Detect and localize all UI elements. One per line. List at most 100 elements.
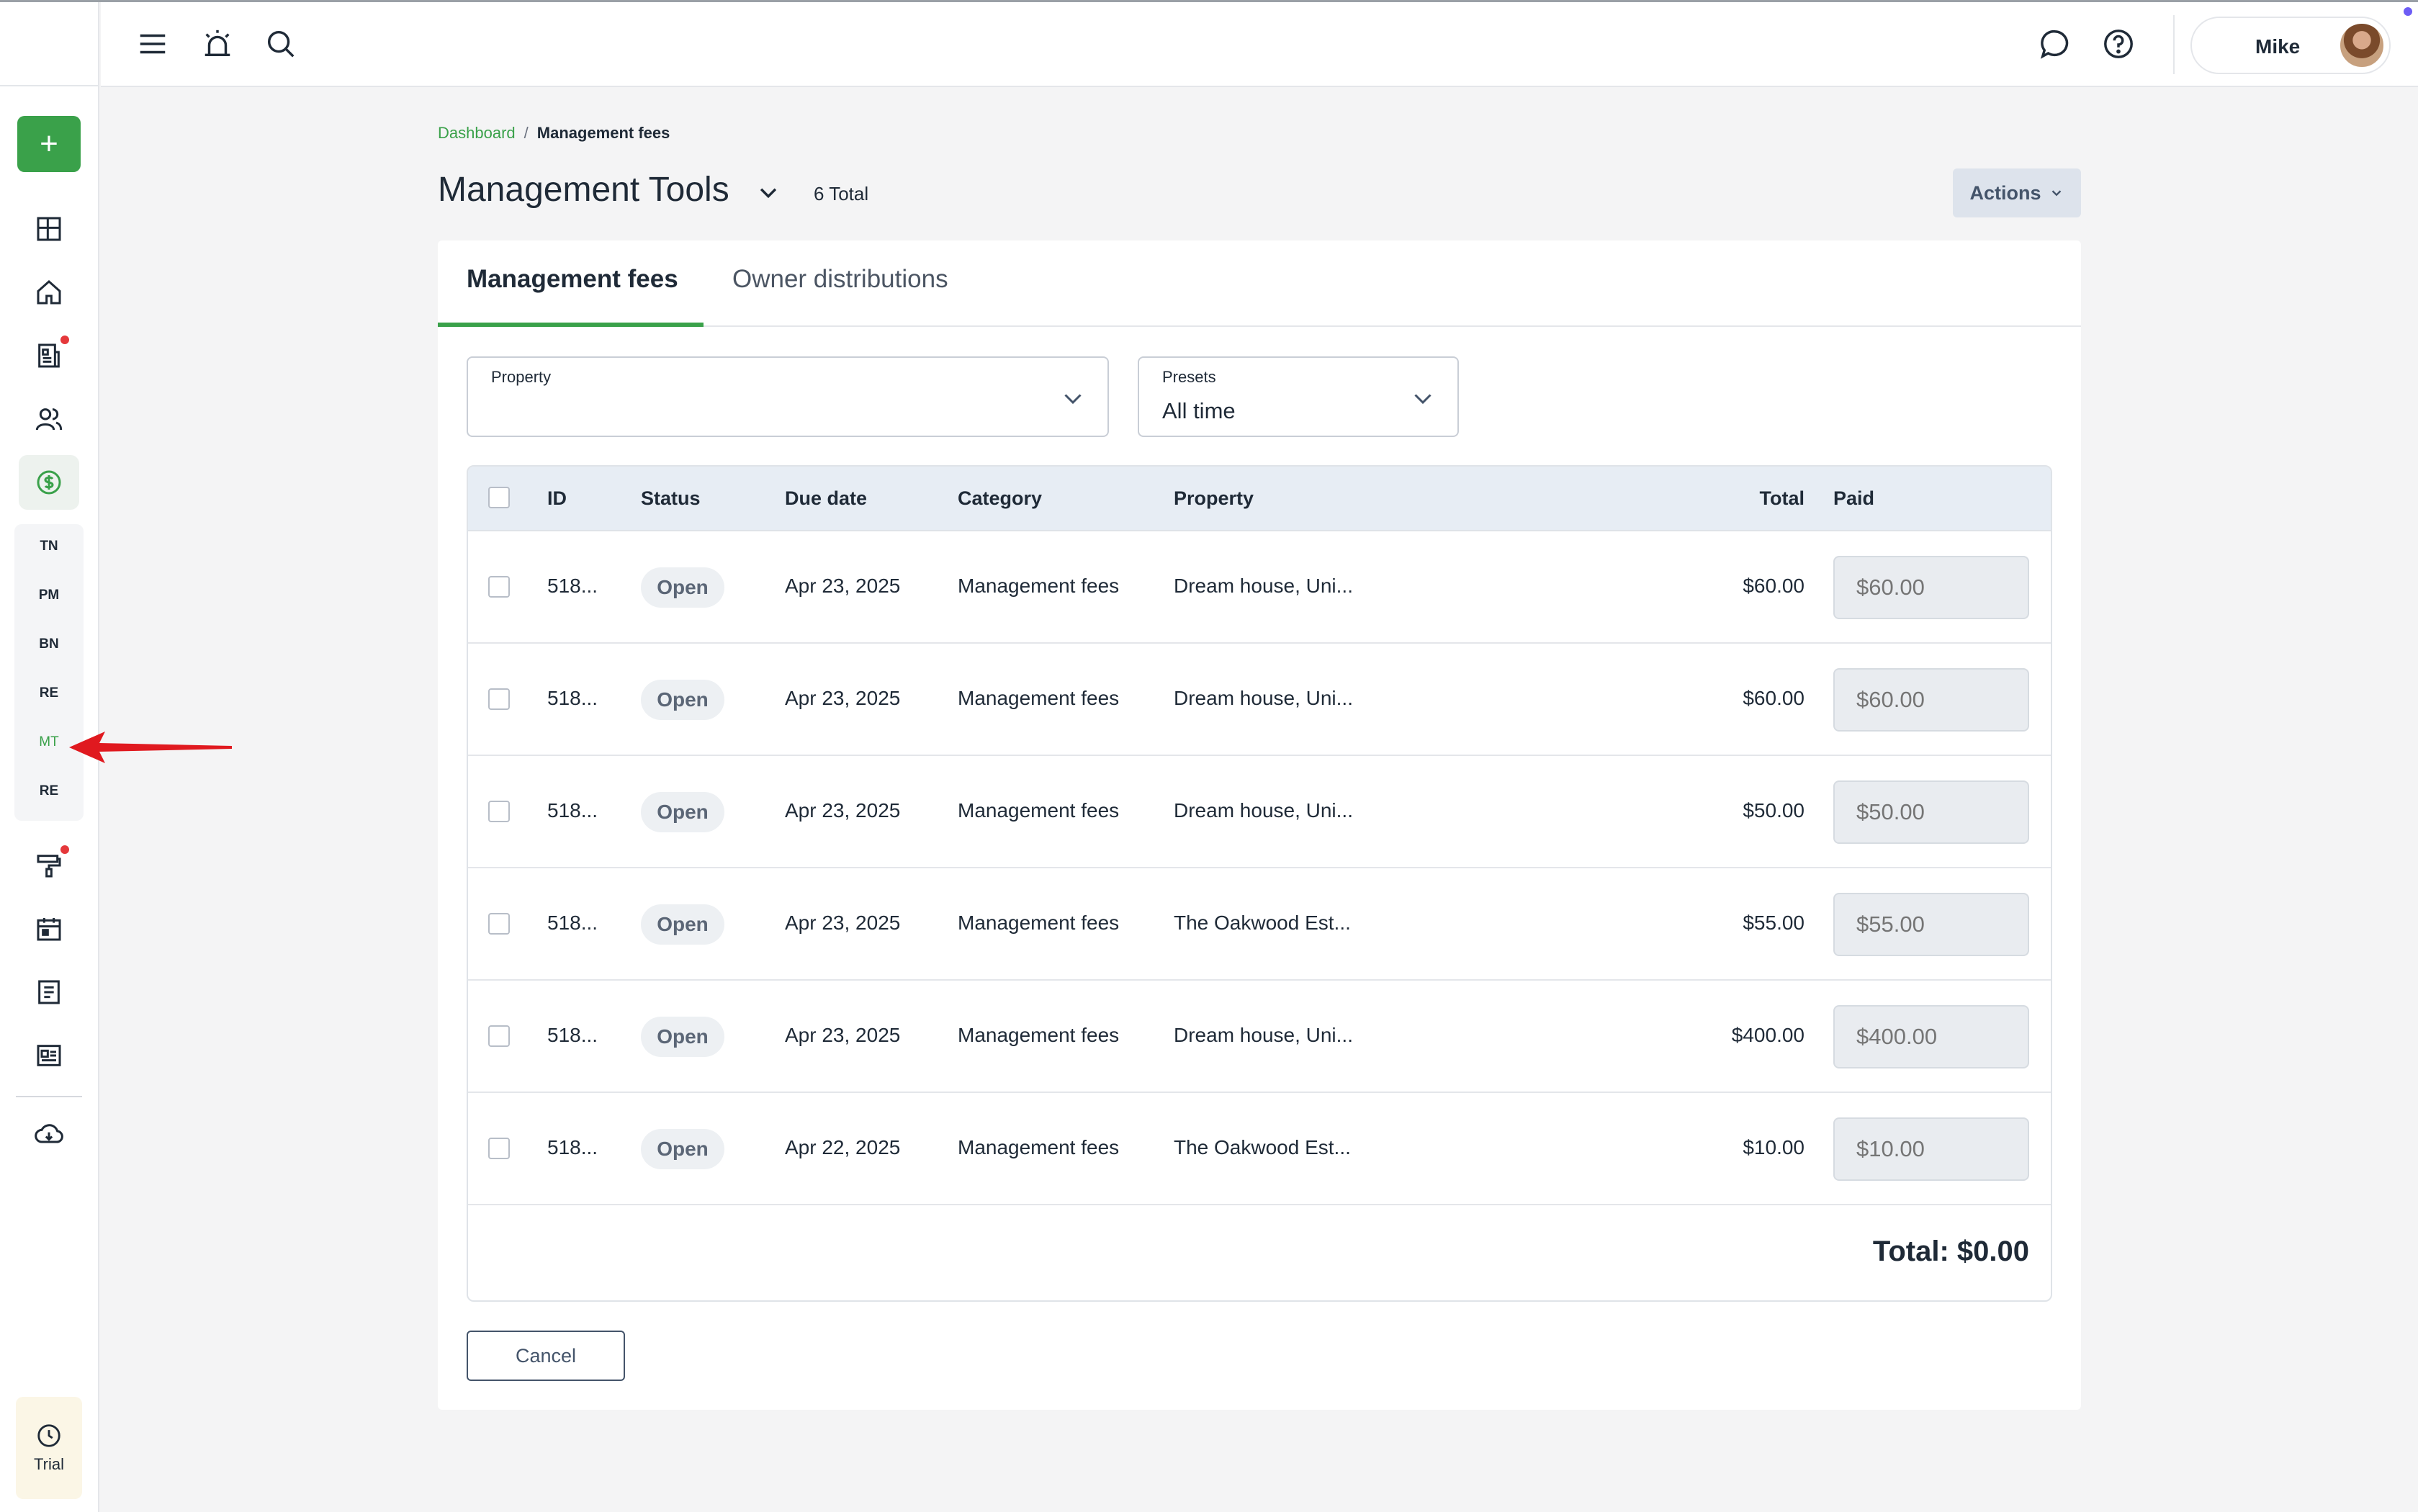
row-checkbox[interactable] — [488, 1025, 510, 1047]
total-count: 6 Total — [814, 183, 869, 204]
row-property[interactable]: Dream house, Uni... — [1174, 799, 1353, 822]
people-icon[interactable] — [26, 396, 72, 442]
column-header-property[interactable]: Property — [1174, 487, 1254, 510]
documents-icon[interactable] — [26, 333, 72, 379]
breadcrumb-separator: / — [523, 124, 529, 142]
paid-amount-input[interactable] — [1833, 668, 2029, 732]
menu-icon[interactable] — [132, 24, 173, 64]
maintenance-badge — [60, 845, 69, 854]
sidebar-divider — [16, 1096, 82, 1097]
row-property[interactable]: Dream house, Uni... — [1174, 575, 1353, 598]
row-checkbox[interactable] — [488, 688, 510, 710]
presets-select[interactable]: Presets All time — [1138, 356, 1459, 437]
add-label: + — [40, 126, 58, 161]
tab-owner-distributions[interactable]: Owner distributions — [732, 265, 948, 294]
row-checkbox[interactable] — [488, 1138, 510, 1159]
table-row[interactable]: 518... Open Apr 23, 2025 Management fees… — [468, 981, 2051, 1093]
submenu-item-re-2[interactable]: RE — [14, 783, 84, 799]
notes-icon[interactable] — [26, 969, 72, 1015]
paid-amount-input[interactable] — [1833, 556, 2029, 619]
grand-total: Total: $0.00 — [1872, 1236, 2029, 1267]
row-id: 518... — [547, 1136, 598, 1158]
header-divider — [2173, 15, 2175, 74]
paid-amount-input[interactable] — [1833, 893, 2029, 956]
row-property[interactable]: Dream house, Uni... — [1174, 687, 1353, 710]
row-category: Management fees — [958, 687, 1120, 709]
paid-amount-input[interactable] — [1833, 780, 2029, 844]
row-total: $60.00 — [1743, 687, 1804, 709]
tab-management-fees[interactable]: Management fees — [467, 265, 678, 294]
status-badge: Open — [641, 792, 724, 832]
title-chevron-down-icon[interactable] — [756, 180, 781, 204]
row-id: 518... — [547, 687, 598, 709]
column-header-category[interactable]: Category — [958, 487, 1042, 510]
row-checkbox[interactable] — [488, 576, 510, 598]
accounting-icon[interactable] — [19, 455, 79, 510]
table-header: ID Status Due date Category Property Tot… — [468, 467, 2051, 531]
row-total: $55.00 — [1743, 912, 1804, 934]
column-header-due-date[interactable]: Due date — [785, 487, 867, 510]
download-icon[interactable] — [26, 1112, 72, 1158]
alarm-icon[interactable] — [197, 24, 238, 64]
property-select-label: Property — [491, 368, 552, 386]
reports-icon[interactable] — [26, 1032, 72, 1079]
row-checkbox[interactable] — [488, 913, 510, 935]
cancel-button[interactable]: Cancel — [467, 1331, 625, 1381]
table-row[interactable]: 518... Open Apr 23, 2025 Management fees… — [468, 868, 2051, 981]
row-due-date: Apr 23, 2025 — [785, 1024, 901, 1046]
row-category: Management fees — [958, 1136, 1120, 1158]
breadcrumb-dashboard-link[interactable]: Dashboard — [438, 124, 516, 142]
row-total: $60.00 — [1743, 575, 1804, 597]
table-row[interactable]: 518... Open Apr 23, 2025 Management fees… — [468, 531, 2051, 644]
row-due-date: Apr 23, 2025 — [785, 799, 901, 822]
breadcrumb: Dashboard / Management fees — [438, 124, 670, 143]
trial-label: Trial — [34, 1455, 64, 1473]
actions-button[interactable]: Actions — [1953, 168, 2081, 217]
row-total: $10.00 — [1743, 1136, 1804, 1158]
status-badge: Open — [641, 1017, 724, 1057]
management-fees-card: Management fees Owner distributions Prop… — [438, 240, 2081, 1410]
chevron-down-icon — [1064, 394, 1082, 405]
row-property[interactable]: Dream house, Uni... — [1174, 1024, 1353, 1047]
column-header-id[interactable]: ID — [547, 487, 567, 510]
maintenance-icon[interactable] — [26, 842, 72, 888]
home-icon[interactable] — [26, 269, 72, 315]
status-badge: Open — [641, 1129, 724, 1169]
search-icon[interactable] — [261, 24, 301, 64]
submenu-item-re[interactable]: RE — [14, 685, 84, 701]
table-row[interactable]: 518... Open Apr 23, 2025 Management fees… — [468, 756, 2051, 868]
active-tab-indicator — [438, 323, 704, 327]
paid-amount-input[interactable] — [1833, 1005, 2029, 1068]
row-checkbox[interactable] — [488, 801, 510, 822]
row-total: $400.00 — [1731, 1024, 1804, 1046]
add-new-button[interactable]: + — [17, 116, 81, 172]
row-id: 518... — [547, 799, 598, 822]
submenu-item-bn[interactable]: BN — [14, 636, 84, 652]
chevron-down-icon — [2051, 190, 2061, 197]
breadcrumb-current: Management fees — [536, 124, 670, 142]
column-header-paid[interactable]: Paid — [1833, 487, 1874, 510]
row-property[interactable]: The Oakwood Est... — [1174, 912, 1351, 935]
column-header-total[interactable]: Total — [1747, 487, 1805, 510]
table-row[interactable]: 518... Open Apr 22, 2025 Management fees… — [468, 1093, 2051, 1205]
page-title[interactable]: Management Tools — [438, 170, 729, 210]
dashboard-icon[interactable] — [26, 206, 72, 252]
table-row[interactable]: 518... Open Apr 23, 2025 Management fees… — [468, 644, 2051, 756]
trial-button[interactable]: Trial — [16, 1397, 82, 1499]
submenu-item-pm[interactable]: PM — [14, 588, 84, 603]
presets-select-value: All time — [1162, 398, 1236, 423]
row-due-date: Apr 23, 2025 — [785, 687, 901, 709]
help-icon[interactable] — [2098, 24, 2139, 64]
submenu-item-tn[interactable]: TN — [14, 539, 84, 554]
row-category: Management fees — [958, 575, 1120, 597]
property-select[interactable]: Property — [467, 356, 1109, 437]
user-menu[interactable]: Mike — [2190, 17, 2391, 74]
calendar-icon[interactable] — [26, 906, 72, 952]
top-header: Mike — [101, 2, 2418, 87]
chat-icon[interactable] — [2035, 24, 2075, 64]
select-all-checkbox[interactable] — [488, 487, 510, 508]
column-header-status[interactable]: Status — [641, 487, 701, 510]
row-total: $50.00 — [1743, 799, 1804, 822]
row-property[interactable]: The Oakwood Est... — [1174, 1136, 1351, 1159]
paid-amount-input[interactable] — [1833, 1117, 2029, 1181]
